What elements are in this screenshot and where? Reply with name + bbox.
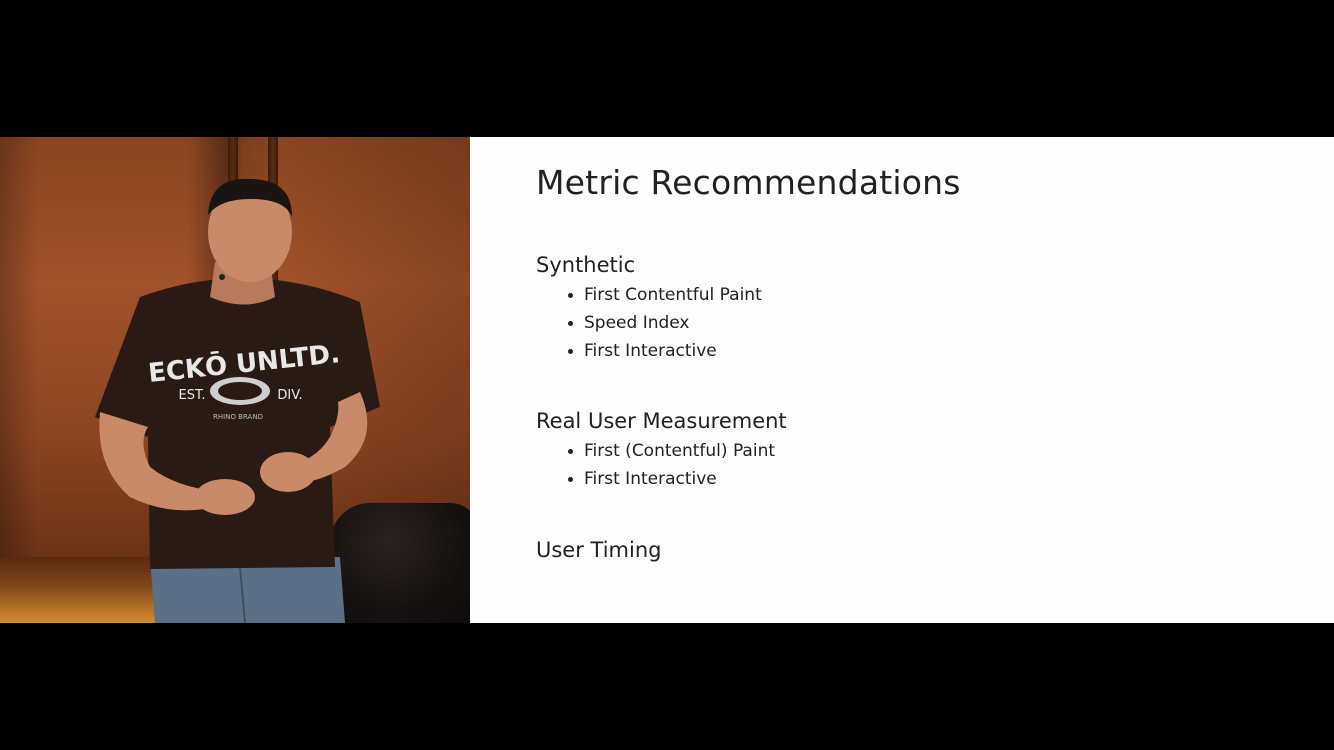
presentation-slide: Metric Recommendations Synthetic First C… <box>470 137 1334 623</box>
shirt-graphic-right: DIV. <box>277 388 302 403</box>
bullet-item: First Interactive <box>566 337 762 365</box>
bullet-dot-icon <box>568 349 573 354</box>
section-user-timing: User Timing <box>536 536 662 564</box>
bullet-text: First Interactive <box>584 469 717 489</box>
shirt-graphic-bottom: RHINO BRAND <box>213 413 263 421</box>
shirt-graphic-left: EST. <box>179 388 206 403</box>
bullet-item: First Interactive <box>566 465 787 493</box>
bullet-text: Speed Index <box>584 313 690 333</box>
bullet-item: First Contentful Paint <box>566 281 762 309</box>
bullet-item: First (Contentful) Paint <box>566 437 787 465</box>
bullet-dot-icon <box>568 477 573 482</box>
bullet-dot-icon <box>568 321 573 326</box>
bullet-list: First (Contentful) Paint First Interacti… <box>536 437 787 493</box>
speaker-camera-view: ECKŌ UNLTD. EST. DIV. RHINO BRAND <box>0 137 470 623</box>
bullet-text: First Contentful Paint <box>584 285 762 305</box>
bullet-item: Speed Index <box>566 309 762 337</box>
section-heading: Synthetic <box>536 253 636 277</box>
bullet-list: First Contentful Paint Speed Index First… <box>536 281 762 365</box>
section-synthetic: Synthetic First Contentful Paint Speed I… <box>536 251 762 365</box>
speaker-figure: ECKŌ UNLTD. EST. DIV. RHINO BRAND <box>95 178 380 623</box>
bullet-text: First Interactive <box>584 341 717 361</box>
bullet-text: First (Contentful) Paint <box>584 441 776 461</box>
section-heading: User Timing <box>536 538 662 562</box>
slide-title: Metric Recommendations <box>536 163 961 202</box>
bullet-dot-icon <box>568 293 573 298</box>
section-real-user-measurement: Real User Measurement First (Contentful)… <box>536 407 787 493</box>
video-content: ECKŌ UNLTD. EST. DIV. RHINO BRAND Metric… <box>0 137 1334 623</box>
video-frame: ECKŌ UNLTD. EST. DIV. RHINO BRAND Metric… <box>0 0 1334 750</box>
section-heading: Real User Measurement <box>536 409 787 433</box>
bullet-dot-icon <box>568 449 573 454</box>
